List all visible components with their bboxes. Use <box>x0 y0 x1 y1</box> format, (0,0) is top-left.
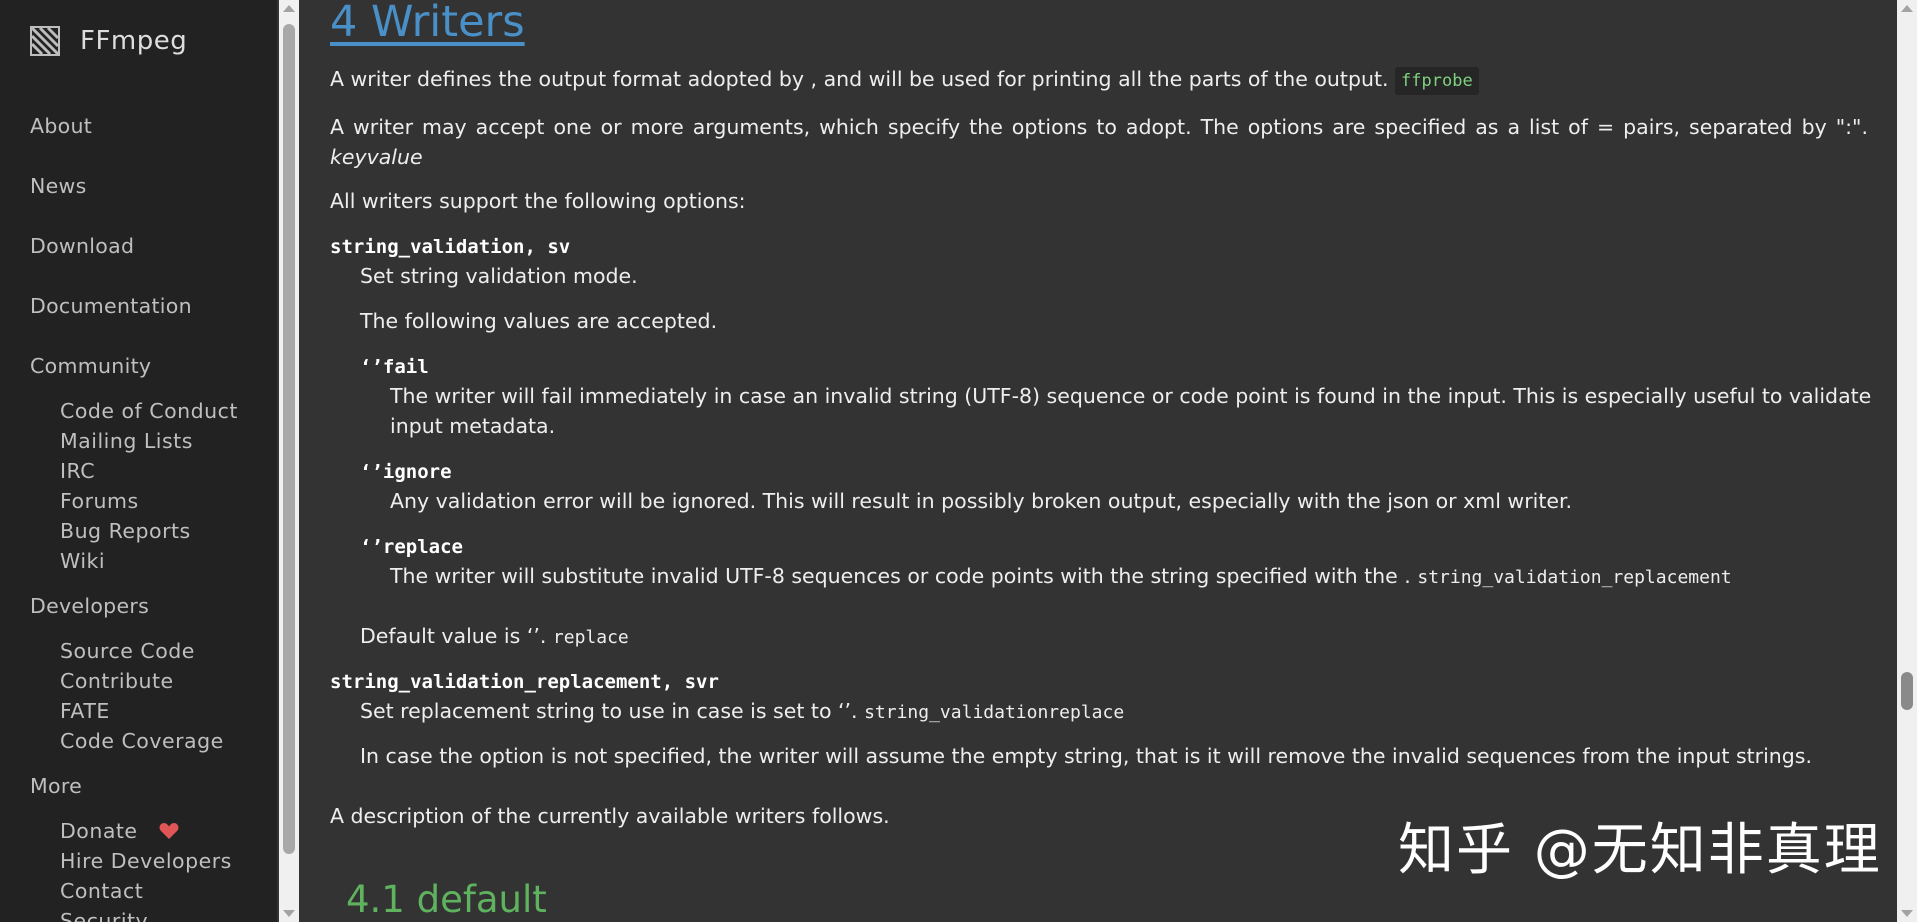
nav-irc[interactable]: IRC <box>60 459 95 483</box>
nav-fate[interactable]: FATE <box>60 699 110 723</box>
nav-developers[interactable]: Developers <box>30 594 149 618</box>
watermark: 知乎 @无知非真理 <box>1398 818 1882 883</box>
page-scrollbar[interactable] <box>1897 0 1917 922</box>
paragraph-writer-args: A writer may accept one or more argument… <box>330 115 1868 139</box>
paragraph-writer-intro: A writer defines the output format adopt… <box>330 64 1479 96</box>
nav-more[interactable]: More <box>30 774 82 798</box>
paragraph-options-intro: All writers support the following option… <box>330 189 746 213</box>
brand[interactable]: FFmpeg <box>30 26 187 56</box>
code-string-validation-replace: string_validationreplace <box>864 702 1125 723</box>
nav-code-coverage[interactable]: Code Coverage <box>60 729 224 753</box>
nav-news[interactable]: News <box>30 174 87 198</box>
code-string-validation-replacement: string_validation_replacement <box>1417 567 1732 588</box>
sidebar: FFmpeg About News Download Documentation… <box>0 0 277 922</box>
value-term-fail: ‘’fail <box>360 356 429 378</box>
main-content: 4 Writers A writer defines the output fo… <box>330 0 1872 922</box>
option-desc-svr-text: Set replacement string to use in case is… <box>360 699 858 723</box>
page-scroll-up-arrow-icon[interactable] <box>1901 5 1913 12</box>
nav-contribute[interactable]: Contribute <box>60 669 174 693</box>
nav-donate[interactable]: Donate <box>60 819 179 843</box>
nav-documentation[interactable]: Documentation <box>30 294 192 318</box>
nav-security[interactable]: Security <box>60 909 148 922</box>
nav-download[interactable]: Download <box>30 234 134 258</box>
nav-forums[interactable]: Forums <box>60 489 139 513</box>
nav-wiki[interactable]: Wiki <box>60 549 105 573</box>
page-scrollbar-thumb[interactable] <box>1901 672 1913 710</box>
value-term-replace: ‘’replace <box>360 536 463 558</box>
keyvalue-emphasis: keyvalue <box>330 145 423 169</box>
scroll-up-arrow-icon[interactable] <box>283 5 295 12</box>
option-term-string-validation-replacement: string_validation_replacement, svr <box>330 671 719 693</box>
value-desc-replace: The writer will substitute invalid UTF-8… <box>390 561 1732 593</box>
option-term-string-validation: string_validation, sv <box>330 236 571 258</box>
paragraph-writers-follow: A description of the currently available… <box>330 804 890 828</box>
nav-source-code[interactable]: Source Code <box>60 639 195 663</box>
nav-bug-reports[interactable]: Bug Reports <box>60 519 191 543</box>
heart-icon <box>159 823 179 839</box>
nav-code-of-conduct[interactable]: Code of Conduct <box>60 399 238 423</box>
writer-intro-text: A writer defines the output format adopt… <box>330 67 1389 91</box>
option-note-svr: In case the option is not specified, the… <box>360 744 1813 768</box>
value-term-ignore: ‘’ignore <box>360 461 452 483</box>
option-desc-svr: Set replacement string to use in case is… <box>360 696 1124 728</box>
section-heading[interactable]: 4 Writers <box>330 0 525 46</box>
sidebar-scrollbar[interactable] <box>279 0 299 922</box>
value-desc-fail-line2: input metadata. <box>390 414 556 438</box>
default-value-text: Default value is ‘’. <box>360 624 547 648</box>
nav-about[interactable]: About <box>30 114 92 138</box>
default-value-line: Default value is ‘’. replace <box>360 621 629 653</box>
values-intro: The following values are accepted. <box>360 309 718 333</box>
nav-hire-developers[interactable]: Hire Developers <box>60 849 232 873</box>
subsection-heading-default: 4.1 default <box>346 878 547 921</box>
scroll-down-arrow-icon[interactable] <box>283 910 295 917</box>
value-desc-fail-line1: The writer will fail immediately in case… <box>390 384 1872 408</box>
nav-contact[interactable]: Contact <box>60 879 143 903</box>
ffprobe-code: ffprobe <box>1395 67 1479 95</box>
brand-name: FFmpeg <box>80 26 188 56</box>
scrollbar-thumb[interactable] <box>283 24 295 854</box>
code-replace: replace <box>552 627 629 648</box>
value-desc-replace-text: The writer will substitute invalid UTF-8… <box>390 564 1411 588</box>
value-desc-ignore: Any validation error will be ignored. Th… <box>390 489 1573 513</box>
ffmpeg-logo-icon <box>30 26 60 56</box>
option-desc-string-validation: Set string validation mode. <box>360 264 638 288</box>
nav-community[interactable]: Community <box>30 354 151 378</box>
page-scroll-down-arrow-icon[interactable] <box>1901 910 1913 917</box>
nav-donate-label: Donate <box>60 819 138 843</box>
nav-mailing-lists[interactable]: Mailing Lists <box>60 429 193 453</box>
